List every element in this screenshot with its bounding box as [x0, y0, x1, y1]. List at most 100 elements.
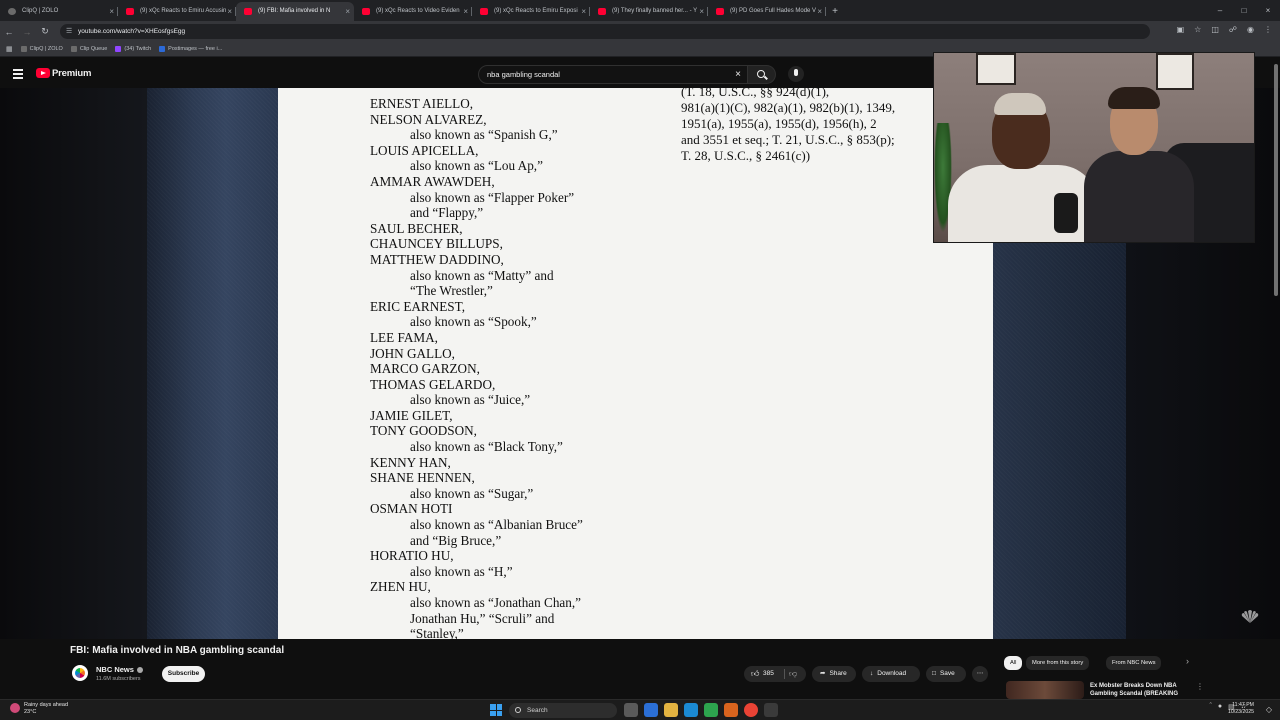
- share-button[interactable]: ➦ Share: [812, 666, 856, 682]
- address-bar[interactable]: ☰ youtube.com/watch?v=XHEosfgsEgg: [60, 24, 1150, 39]
- app-orange-icon[interactable]: [724, 703, 738, 717]
- recommended-video-thumbnail[interactable]: [1006, 681, 1084, 699]
- chip-more-from-story[interactable]: More from this story: [1026, 656, 1090, 670]
- like-count[interactable]: 385: [763, 666, 774, 682]
- chips-next-icon[interactable]: ›: [1186, 656, 1189, 666]
- subscribe-button[interactable]: Subscribe: [162, 666, 205, 682]
- notifications-icon[interactable]: ◇: [1266, 705, 1272, 714]
- back-icon[interactable]: ←: [0, 27, 18, 37]
- system-clock[interactable]: 11:47 PM 10/23/2025: [1228, 702, 1254, 716]
- browser-tab[interactable]: (9) FBI: Mafia involved in N ×: [236, 2, 354, 21]
- site-info-icon[interactable]: ☰: [66, 24, 72, 39]
- browser-tab[interactable]: ClipQ | ZOLO ×: [0, 2, 118, 21]
- apps-grid-icon[interactable]: ▦: [6, 45, 13, 53]
- windows-start-icon[interactable]: [490, 704, 502, 716]
- streamer-right-body: [1084, 151, 1194, 242]
- chip-all[interactable]: All: [1004, 656, 1023, 670]
- alias-line: “Stanley,”: [410, 626, 464, 639]
- edge-icon[interactable]: [684, 703, 698, 717]
- close-tab-icon[interactable]: ×: [699, 2, 704, 21]
- voice-search-icon[interactable]: [788, 66, 804, 82]
- close-window-icon[interactable]: ×: [1256, 0, 1280, 21]
- clipq-icon: [20, 46, 27, 52]
- browser-tab[interactable]: (9) xQc Reacts to Emiru Accusin ×: [118, 2, 236, 21]
- taskbar-search[interactable]: Search: [509, 703, 617, 718]
- bookmark-label: (34) Twitch: [124, 46, 152, 52]
- youtube-logo-icon[interactable]: [36, 68, 50, 78]
- browser-tab[interactable]: (9) xQc Reacts to Emiru Exposi ×: [472, 2, 590, 21]
- bookmark-star-icon[interactable]: ☆: [1194, 25, 1201, 34]
- close-tab-icon[interactable]: ×: [581, 2, 586, 21]
- profile-icon[interactable]: ◉: [1247, 25, 1254, 34]
- more-actions-icon[interactable]: ⋯: [972, 666, 988, 682]
- search-query: nba gambling scandal: [487, 70, 560, 79]
- store-icon[interactable]: [704, 703, 718, 717]
- weather-widget[interactable]: Rainy days ahead 23°C: [10, 702, 68, 716]
- browser-tab[interactable]: (9) They finally banned her... - Y ×: [590, 2, 708, 21]
- statute-citation: (T. 18, U.S.C., §§ 924(d)(1), 981(a)(1)(C…: [681, 88, 921, 164]
- menu-kebab-icon[interactable]: ⋮: [1264, 25, 1272, 34]
- like-icon[interactable]: 👍︎: [751, 666, 759, 682]
- close-tab-icon[interactable]: ×: [817, 2, 822, 21]
- download-button[interactable]: ↓ Download: [862, 666, 920, 682]
- nbc-peacock-icon: [75, 668, 85, 678]
- minimize-icon[interactable]: –: [1208, 0, 1232, 21]
- bookmark-label: ClipQ | ZOLO: [29, 46, 63, 52]
- browser-toolbar: ← → ↻ ☰ youtube.com/watch?v=XHEosfgsEgg …: [0, 21, 1280, 42]
- extensions-icon[interactable]: ☍: [1229, 25, 1237, 34]
- new-tab-icon[interactable]: +: [826, 2, 844, 21]
- youtube-premium-label[interactable]: Premium: [52, 68, 91, 79]
- install-app-icon[interactable]: ▣: [1177, 25, 1185, 34]
- microphone: [1054, 193, 1078, 233]
- save-label: Save: [939, 670, 955, 677]
- search-input[interactable]: nba gambling scandal ×: [478, 65, 748, 84]
- defendant-name: HORATIO HU,: [370, 548, 454, 564]
- sidebar-icon[interactable]: ◫: [1211, 25, 1219, 34]
- defendant-name: ZHEN HU,: [370, 579, 431, 595]
- browser-tab-title: (9) xQc Reacts to Emiru Accusin: [140, 8, 227, 14]
- channel-avatar[interactable]: [72, 665, 88, 681]
- bookmark-item[interactable]: (34) Twitch: [115, 46, 151, 52]
- dislike-icon[interactable]: 👎︎: [789, 666, 797, 682]
- maximize-icon[interactable]: □: [1232, 0, 1256, 21]
- chrome-icon[interactable]: [744, 703, 758, 717]
- forward-icon[interactable]: →: [18, 27, 36, 37]
- verified-badge-icon: [136, 667, 143, 674]
- youtube-favicon-icon: [598, 8, 606, 15]
- alias-line: also known as “Spanish G,”: [410, 127, 558, 143]
- recommended-video-menu-icon[interactable]: ⋮: [1196, 682, 1204, 691]
- task-view-icon[interactable]: [624, 703, 638, 717]
- capcut-icon[interactable]: [764, 703, 778, 717]
- close-tab-icon[interactable]: ×: [227, 2, 232, 21]
- channel-name[interactable]: NBC News: [96, 665, 143, 674]
- chip-from-nbc-news[interactable]: From NBC News: [1106, 656, 1162, 670]
- menu-hamburger-icon[interactable]: [13, 69, 23, 81]
- browser-tab[interactable]: (9) PD Goes Full Hades Mode V ×: [708, 2, 826, 21]
- tray-overflow-icon[interactable]: ˆ: [1210, 703, 1212, 711]
- bookmark-item[interactable]: Clip Queue: [70, 46, 107, 52]
- alias-line: also known as “Spook,”: [410, 314, 537, 330]
- copilot-icon[interactable]: [644, 703, 658, 717]
- browser-tab[interactable]: (9) xQc Reacts to Video Eviden ×: [354, 2, 472, 21]
- save-button[interactable]: □ Save: [926, 666, 966, 682]
- file-explorer-icon[interactable]: [664, 703, 678, 717]
- defendant-name: TONY GOODSON,: [370, 423, 477, 439]
- page-scrollbar[interactable]: [1274, 64, 1278, 296]
- bookmark-item[interactable]: ClipQ | ZOLO: [20, 46, 63, 52]
- wall-frame-right: [1156, 53, 1194, 90]
- close-tab-icon[interactable]: ×: [463, 2, 468, 21]
- save-icon: □: [932, 670, 936, 677]
- close-tab-icon[interactable]: ×: [345, 2, 350, 21]
- tab-separator: [825, 7, 826, 16]
- alias-line: also known as “Flapper Poker”: [410, 189, 575, 205]
- bookmark-item[interactable]: Postimages — free i...: [159, 46, 222, 52]
- postimages-icon: [159, 46, 166, 52]
- recommended-video-title[interactable]: Ex Mobster Breaks Down NBA Gambling Scan…: [1090, 682, 1190, 698]
- defendant-name: MARCO GARZON,: [370, 361, 480, 377]
- close-tab-icon[interactable]: ×: [109, 2, 114, 21]
- tray-app-icon[interactable]: ●: [1218, 703, 1222, 711]
- search-button[interactable]: [748, 65, 776, 84]
- reload-icon[interactable]: ↻: [36, 26, 54, 37]
- clear-search-icon[interactable]: ×: [735, 66, 741, 83]
- alias-line: “The Wrestler,”: [410, 283, 493, 299]
